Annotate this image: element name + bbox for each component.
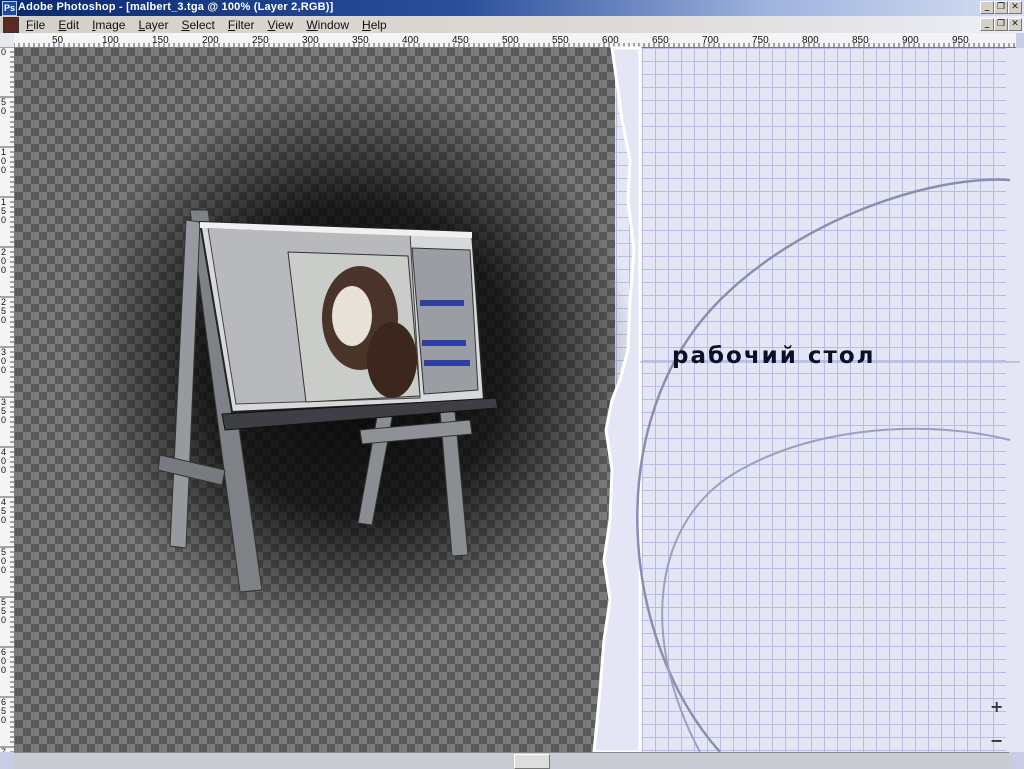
torn-paper-edge (592, 46, 642, 754)
plus-icon[interactable]: + (990, 697, 1003, 716)
easel-illustration (157, 209, 499, 593)
decorative-arc-large (636, 178, 1011, 753)
horizontal-scrollbar[interactable] (14, 752, 1009, 769)
decorative-arc-small (661, 427, 1011, 753)
minus-icon[interactable]: − (990, 731, 1003, 750)
artwork-heading: рабочий стол (672, 343, 876, 369)
artwork-layer (157, 46, 1020, 754)
horizontal-scroll-thumb[interactable] (514, 754, 550, 769)
